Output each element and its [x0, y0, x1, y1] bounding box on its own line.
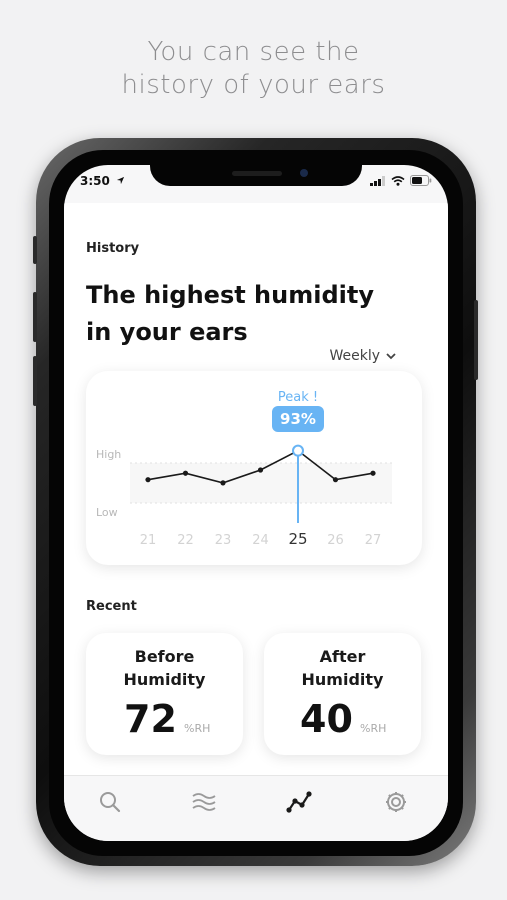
status-time: 3:50 — [80, 174, 110, 188]
location-arrow-icon — [116, 176, 125, 185]
before-title-line-2: Humidity — [123, 670, 206, 689]
after-humidity-value: 40 — [300, 697, 353, 741]
wifi-icon — [391, 175, 405, 186]
battery-icon — [410, 175, 432, 186]
before-humidity-card[interactable]: Before Humidity 72 %RH — [86, 633, 243, 755]
waves-icon — [192, 793, 216, 811]
status-icons — [370, 175, 432, 186]
tab-search[interactable] — [96, 788, 124, 816]
y-band-label-high: High — [96, 448, 121, 461]
before-title-line-1: Before — [134, 647, 195, 666]
tab-history[interactable] — [285, 788, 313, 816]
volume-down-button — [33, 356, 37, 406]
signal-icon — [370, 175, 385, 186]
phone-screen: 3:50 History The highest humidity in you… — [64, 165, 448, 841]
data-point — [370, 470, 376, 476]
peak-value-label: 93% — [280, 410, 316, 428]
gear-icon — [386, 792, 406, 812]
data-point-peak — [292, 444, 304, 457]
headline-line-1: The highest humidity — [86, 281, 374, 309]
tagline: You can see the history of your ears — [0, 36, 507, 102]
page-title: The highest humidity in your ears — [86, 277, 426, 351]
tab-bar — [64, 775, 448, 841]
y-band-label-low: Low — [96, 506, 118, 519]
tab-humidity[interactable] — [190, 788, 218, 816]
after-title-line-1: After — [319, 647, 366, 666]
range-selector[interactable]: Weekly — [329, 348, 396, 364]
recent-section-label: Recent — [86, 599, 137, 614]
tab-settings[interactable] — [382, 788, 410, 816]
humidity-chart: High Low 21 22 23 24 25 26 27 Peak ! 93% — [96, 390, 392, 548]
after-humidity-unit: %RH — [360, 722, 387, 735]
data-point — [257, 467, 264, 473]
data-point — [220, 480, 226, 486]
speaker — [232, 171, 282, 176]
status-time-group: 3:50 — [80, 174, 125, 188]
data-point — [145, 477, 151, 483]
x-tick-label: 21 — [140, 533, 157, 548]
camera — [300, 169, 308, 177]
volume-up-button — [33, 292, 37, 342]
mute-switch — [33, 236, 37, 264]
history-screen: History The highest humidity in your ear… — [64, 203, 448, 783]
x-tick-label: 27 — [365, 533, 382, 548]
search-icon — [100, 792, 121, 813]
before-humidity-title: Before Humidity — [86, 645, 243, 691]
notch — [150, 165, 362, 186]
chevron-down-icon — [386, 352, 396, 359]
headline-line-2: in your ears — [86, 318, 248, 346]
history-section-label: History — [86, 241, 140, 256]
data-point — [182, 470, 189, 476]
power-button — [474, 300, 478, 380]
peak-label: Peak ! — [278, 390, 318, 405]
after-humidity-title: After Humidity — [264, 645, 421, 691]
x-tick-label: 22 — [177, 533, 194, 548]
tagline-line-2: history of your ears — [121, 70, 386, 100]
x-tick-label: 25 — [288, 530, 307, 548]
before-humidity-value: 72 — [124, 697, 177, 741]
x-tick-label: 23 — [215, 533, 232, 548]
before-humidity-unit: %RH — [184, 722, 211, 735]
after-title-line-2: Humidity — [301, 670, 384, 689]
x-tick-label: 26 — [327, 533, 344, 548]
range-selector-label: Weekly — [329, 348, 380, 364]
after-humidity-card[interactable]: After Humidity 40 %RH — [264, 633, 421, 755]
graph-icon — [286, 791, 312, 813]
data-point — [332, 477, 339, 483]
x-tick-label: 24 — [252, 533, 269, 548]
tagline-line-1: You can see the — [147, 37, 360, 67]
humidity-chart-card: High Low 21 22 23 24 25 26 27 Peak ! 93% — [86, 371, 422, 565]
